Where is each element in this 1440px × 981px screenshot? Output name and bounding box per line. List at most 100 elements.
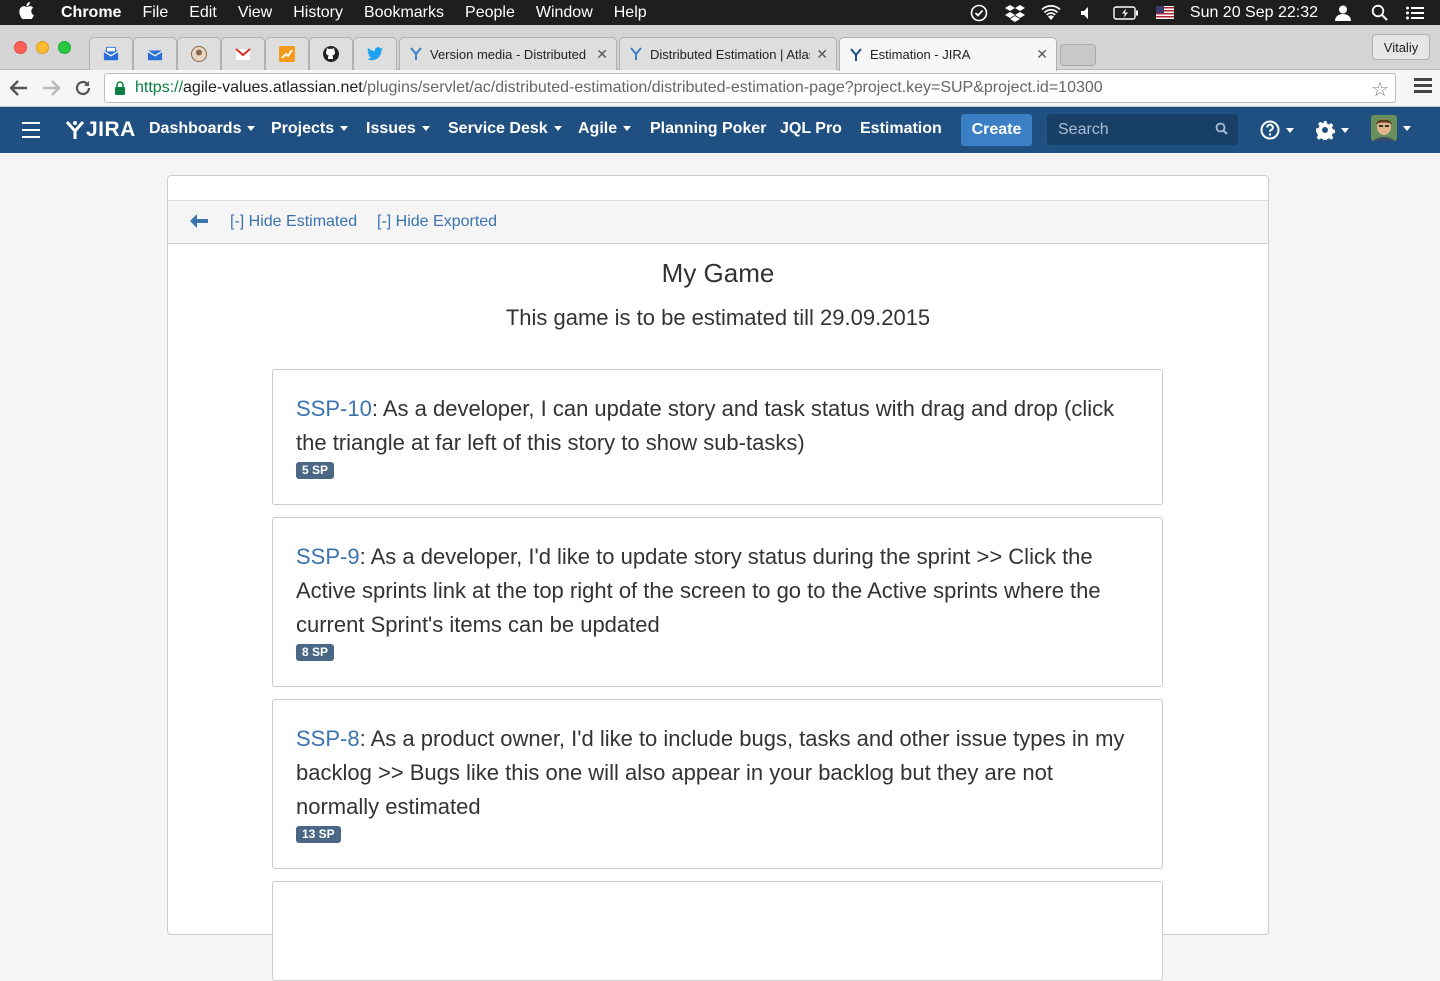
app-switcher-icon[interactable] [22, 122, 40, 143]
chevron-down-icon [340, 126, 349, 132]
tab-title: Distributed Estimation | Atlas [650, 46, 811, 62]
tab-close-icon[interactable]: ✕ [596, 46, 608, 63]
menu-app-name[interactable]: Chrome [61, 4, 121, 22]
user-profile-menu[interactable] [1371, 115, 1411, 141]
search-icon [1215, 122, 1228, 135]
volume-icon[interactable] [1076, 4, 1098, 22]
chevron-down-icon [421, 126, 430, 132]
window-minimize-button[interactable] [36, 41, 49, 54]
jira-logo[interactable]: JIRA [64, 118, 136, 142]
pinned-tab-github[interactable] [309, 37, 353, 70]
tab-close-icon[interactable]: ✕ [816, 46, 828, 63]
game-title: My Game [661, 258, 775, 288]
apple-menu-icon[interactable] [19, 1, 43, 24]
tab-version-media[interactable]: Version media - Distributed E ✕ [399, 37, 617, 70]
menu-help[interactable]: Help [614, 4, 647, 22]
nav-agile[interactable]: Agile [578, 120, 632, 138]
estimation-panel: [-] Hide Estimated [-] Hide Exported My … [167, 175, 1269, 981]
browser-tabstrip: Version media - Distributed E ✕ Distribu… [0, 25, 1440, 71]
issue-card[interactable] [272, 881, 1163, 981]
create-button[interactable]: Create [961, 114, 1032, 146]
issue-key-link[interactable]: SSP-9 [296, 544, 360, 569]
us-flag-icon[interactable] [1154, 4, 1176, 22]
menu-people[interactable]: People [465, 4, 515, 22]
issue-key-link[interactable]: SSP-8 [296, 726, 360, 751]
action-bar: [-] Hide Estimated [-] Hide Exported [168, 201, 1268, 244]
help-menu[interactable] [1260, 119, 1294, 141]
pinned-tab-avatar[interactable] [177, 37, 221, 70]
nav-estimation[interactable]: Estimation [860, 120, 942, 138]
tab-title: Version media - Distributed E [430, 46, 591, 62]
checkmark-shield-icon[interactable] [968, 4, 990, 22]
chrome-menu-icon[interactable] [1414, 78, 1432, 96]
nav-dashboards[interactable]: Dashboards [149, 120, 256, 138]
hide-estimated-link[interactable]: [-] Hide Estimated [230, 213, 357, 231]
issue-text: SSP-9: As a developer, I'd like to updat… [296, 540, 1139, 642]
menu-history[interactable]: History [293, 4, 343, 22]
pinned-tab-mail[interactable] [89, 37, 133, 70]
user-icon[interactable] [1332, 4, 1354, 22]
reload-icon[interactable] [71, 76, 95, 100]
forward-arrow-icon[interactable] [39, 76, 63, 100]
game-deadline: This game is to be estimated till 29.09.… [505, 305, 931, 330]
pinned-tab-twitter[interactable] [353, 37, 397, 70]
profile-button[interactable]: Vitaliy [1372, 34, 1430, 60]
jira-tab-favicon-icon [628, 46, 644, 62]
issue-text: SSP-10: As a developer, I can update sto… [296, 392, 1139, 460]
nav-service-desk[interactable]: Service Desk [448, 120, 562, 138]
menu-window[interactable]: Window [536, 4, 593, 22]
macos-menubar: Chrome File Edit View History Bookmarks … [0, 0, 1440, 25]
back-arrow-icon[interactable] [7, 76, 31, 100]
back-arrow-icon[interactable] [190, 214, 208, 228]
secure-lock-icon[interactable] [113, 81, 127, 95]
dropbox-icon[interactable] [1004, 4, 1026, 22]
jira-logo-icon [65, 121, 85, 139]
chevron-down-icon [623, 126, 632, 132]
url-path: /plugins/servlet/ac/distributed-estimati… [362, 79, 1103, 96]
tab-title: Estimation - JIRA [870, 47, 971, 62]
menubar-clock[interactable]: Sun 20 Sep 22:32 [1190, 4, 1318, 22]
address-bar[interactable]: https://agile-values.atlassian.net/plugi… [104, 73, 1396, 103]
battery-icon[interactable] [1112, 4, 1140, 22]
url-host: agile-values.atlassian.net [183, 79, 363, 96]
nav-projects-label: Projects [271, 120, 335, 137]
pinned-tab-mail-2[interactable] [133, 37, 177, 70]
menu-bookmarks[interactable]: Bookmarks [364, 4, 444, 22]
wifi-icon[interactable] [1040, 4, 1062, 22]
issue-card[interactable]: SSP-8: As a product owner, I'd like to i… [272, 699, 1163, 869]
search-input[interactable]: Search [1047, 114, 1238, 145]
issue-summary: : As a developer, I'd like to update sto… [296, 544, 1101, 637]
issue-card[interactable]: SSP-9: As a developer, I'd like to updat… [272, 517, 1163, 687]
issue-key-link[interactable]: SSP-10 [296, 396, 372, 421]
pinned-tab-gmail[interactable] [221, 37, 265, 70]
nav-projects[interactable]: Projects [271, 120, 349, 138]
tab-distributed-estimation[interactable]: Distributed Estimation | Atlas ✕ [619, 37, 837, 70]
analytics-icon [279, 46, 295, 62]
pinned-tab-analytics[interactable] [265, 37, 309, 70]
chevron-down-icon [247, 126, 256, 132]
story-points-badge: 8 SP [296, 644, 335, 661]
notification-center-icon[interactable] [1404, 4, 1426, 22]
window-zoom-button[interactable] [58, 41, 71, 54]
nav-jql-pro[interactable]: JQL Pro [780, 120, 842, 138]
spotlight-search-icon[interactable] [1368, 4, 1390, 22]
nav-planning-poker[interactable]: Planning Poker [650, 120, 766, 138]
admin-menu[interactable] [1315, 119, 1349, 141]
issue-summary: : As a product owner, I'd like to includ… [296, 726, 1125, 819]
nav-service-desk-label: Service Desk [448, 120, 548, 137]
nav-issues[interactable]: Issues [366, 120, 430, 138]
issue-card[interactable]: SSP-10: As a developer, I can update sto… [272, 369, 1163, 505]
mail-icon [147, 46, 163, 62]
tab-estimation-jira[interactable]: Estimation - JIRA ✕ [839, 37, 1057, 71]
menu-edit[interactable]: Edit [189, 4, 217, 22]
chevron-down-icon [1341, 127, 1349, 133]
issue-summary: : As a developer, I can update story and… [296, 396, 1115, 455]
hide-exported-link[interactable]: [-] Hide Exported [377, 213, 497, 231]
tab-close-icon[interactable]: ✕ [1036, 46, 1048, 63]
browser-toolbar: https://agile-values.atlassian.net/plugi… [0, 70, 1440, 107]
new-tab-button[interactable] [1060, 44, 1096, 66]
bookmark-star-icon[interactable]: ☆ [1371, 77, 1389, 102]
window-close-button[interactable] [14, 41, 27, 54]
menu-view[interactable]: View [238, 4, 272, 22]
menu-file[interactable]: File [142, 4, 168, 22]
